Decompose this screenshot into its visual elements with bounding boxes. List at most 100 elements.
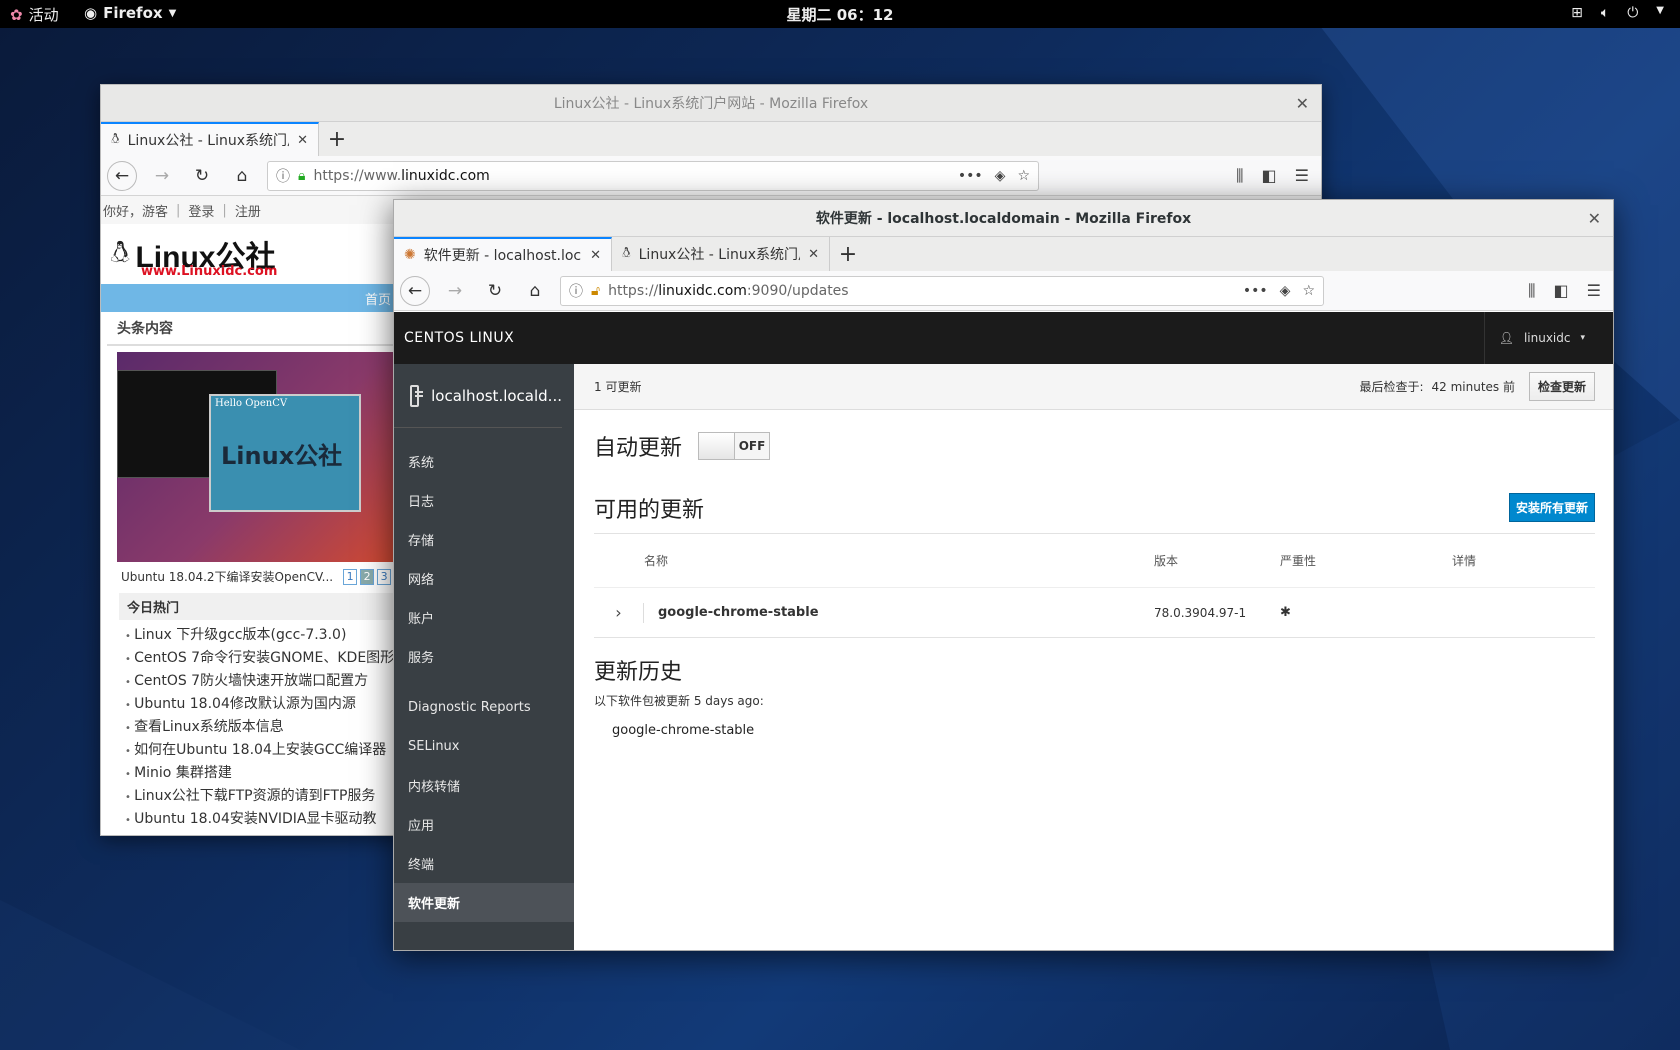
hamburger-menu-icon[interactable]: ☰ bbox=[1295, 166, 1309, 186]
nav-home-link[interactable]: 首页 bbox=[365, 289, 391, 308]
tab-software-updates[interactable]: ✺ 软件更新 - localhost.local ✕ bbox=[394, 237, 612, 271]
new-tab-button[interactable]: + bbox=[830, 237, 866, 271]
list-item[interactable]: Linux公社下载FTP资源的请到FTP服务 bbox=[125, 785, 401, 808]
update-history: 更新历史 以下软件包被更新 5 days ago: google-chrome-… bbox=[594, 654, 1595, 738]
close-tab-icon[interactable]: ✕ bbox=[297, 133, 308, 148]
sidebar-item-system[interactable]: 系统 bbox=[394, 442, 574, 481]
user-icon: 👤︎ bbox=[1498, 331, 1514, 345]
pocket-icon[interactable]: ◈ bbox=[995, 168, 1006, 184]
back-button[interactable]: ← bbox=[400, 275, 430, 306]
more-actions-icon[interactable]: ••• bbox=[1243, 283, 1268, 299]
power-icon: ⏻ bbox=[1627, 5, 1639, 21]
headline-image[interactable]: Hello OpenCV Linux公社 bbox=[117, 352, 401, 562]
clock[interactable]: 星期二 06：12 bbox=[0, 4, 1680, 25]
list-item[interactable]: 如何在Ubuntu 18.04上安装GCC编译器 bbox=[125, 739, 401, 762]
sidebar-item-network[interactable]: 网络 bbox=[394, 559, 574, 598]
sidebar-item-kdump[interactable]: 内核转储 bbox=[394, 766, 574, 805]
sidebar-item-storage[interactable]: 存储 bbox=[394, 520, 574, 559]
linuxidc-page: 你好，游客 | 登录 | 注册 🐧︎ Linux公社 www.Linuxidc.… bbox=[101, 196, 409, 835]
reload-button[interactable]: ↻ bbox=[480, 276, 510, 306]
url-bar[interactable]: ⓘ 🔓︎ https://linuxidc.com:9090/updates •… bbox=[560, 275, 1324, 306]
firefox-window-cockpit[interactable]: 软件更新 - localhost.localdomain - Mozilla F… bbox=[393, 199, 1614, 951]
sidebar-item-accounts[interactable]: 账户 bbox=[394, 598, 574, 637]
close-tab-icon[interactable]: ✕ bbox=[808, 247, 819, 262]
host-switcher[interactable]: localhost.locald... bbox=[394, 364, 562, 428]
forward-button[interactable]: → bbox=[147, 161, 177, 191]
sidebar-item-software-updates[interactable]: 软件更新 bbox=[394, 883, 574, 922]
server-icon bbox=[410, 384, 424, 407]
auto-update-toggle[interactable]: OFF bbox=[698, 432, 771, 460]
chevron-down-icon: ▼ bbox=[1656, 5, 1664, 16]
sidebar-item-selinux[interactable]: SELinux bbox=[394, 727, 574, 766]
bookmark-star-icon[interactable]: ☆ bbox=[1017, 168, 1030, 184]
network-icon: ⊞ bbox=[1571, 5, 1583, 21]
sidebar-item-terminal[interactable]: 终端 bbox=[394, 844, 574, 883]
sidebar-item-apps[interactable]: 应用 bbox=[394, 805, 574, 844]
tux-icon: 🐧︎ bbox=[111, 131, 120, 147]
navigation-toolbar: ← → ↻ ⌂ ⓘ 🔒︎ https://www.linuxidc.com ••… bbox=[101, 156, 1321, 196]
home-button[interactable]: ⌂ bbox=[520, 276, 550, 306]
tux-icon: 🐧︎ bbox=[111, 234, 130, 270]
forward-button[interactable]: → bbox=[440, 276, 470, 306]
list-item[interactable]: CentOS 7防火墙快速开放端口配置方 bbox=[125, 670, 401, 693]
opencv-window-screenshot: Hello OpenCV Linux公社 bbox=[209, 394, 361, 512]
list-item[interactable]: Linux 下升级gcc版本(gcc-7.3.0) bbox=[125, 624, 401, 647]
site-nav: 首页 bbox=[101, 284, 401, 312]
register-link[interactable]: 注册 bbox=[235, 201, 261, 220]
table-row[interactable]: › google-chrome-stable 78.0.3904.97-1 ✱ bbox=[594, 588, 1595, 638]
available-updates-title: 可用的更新 bbox=[594, 497, 705, 523]
history-package[interactable]: google-chrome-stable bbox=[612, 723, 1595, 738]
cockpit-header: CENTOS LINUX 👤︎ linuxidc ▾ bbox=[394, 312, 1613, 364]
sidebar-icon[interactable]: ◧ bbox=[1554, 281, 1569, 301]
library-icon[interactable]: ⫼ bbox=[1236, 166, 1243, 186]
sidebar-item-services[interactable]: 服务 bbox=[394, 637, 574, 676]
bookmark-star-icon[interactable]: ☆ bbox=[1302, 283, 1315, 299]
headline-caption[interactable]: Ubuntu 18.04.2下编译安装OpenCV... 1 2 3 4 bbox=[101, 562, 409, 585]
close-icon[interactable]: ✕ bbox=[1588, 209, 1601, 228]
tab-linuxidc[interactable]: 🐧︎ Linux公社 - Linux系统门户 ✕ bbox=[612, 237, 830, 271]
pocket-icon[interactable]: ◈ bbox=[1280, 283, 1291, 299]
list-item[interactable]: Minio 集群搭建 bbox=[125, 762, 401, 785]
hot-list: Linux 下升级gcc版本(gcc-7.3.0) CentOS 7命令行安装G… bbox=[101, 624, 401, 831]
login-link[interactable]: 登录 bbox=[188, 201, 214, 220]
url-bar[interactable]: ⓘ 🔒︎ https://www.linuxidc.com ••• ◈ ☆ bbox=[267, 160, 1039, 191]
sidebar-item-diagnostic-reports[interactable]: Diagnostic Reports bbox=[394, 688, 574, 727]
bug-icon: ✱ bbox=[1280, 605, 1291, 620]
install-all-button[interactable]: 安装所有更新 bbox=[1508, 493, 1595, 522]
insecure-lock-icon: 🔓︎ bbox=[591, 282, 601, 299]
more-actions-icon[interactable]: ••• bbox=[958, 168, 983, 184]
reload-button[interactable]: ↻ bbox=[187, 161, 217, 191]
update-count: 1 可更新 bbox=[594, 380, 642, 394]
list-item[interactable]: 查看Linux系统版本信息 bbox=[125, 716, 401, 739]
update-status-bar: 1 可更新 最后检查于: 42 minutes 前 检查更新 bbox=[574, 364, 1613, 410]
check-updates-button[interactable]: 检查更新 bbox=[1528, 372, 1595, 401]
close-tab-icon[interactable]: ✕ bbox=[590, 248, 601, 263]
toggle-knob bbox=[699, 433, 736, 459]
hot-title: 今日热门 bbox=[119, 593, 399, 620]
list-item[interactable]: Ubuntu 18.04修改默认源为国内源 bbox=[125, 693, 401, 716]
list-item[interactable]: Ubuntu 18.04安装NVIDIA显卡驱动教 bbox=[125, 808, 401, 831]
close-icon[interactable]: ✕ bbox=[1296, 94, 1309, 113]
tab-strip: 🐧︎ Linux公社 - Linux系统门户 ✕ + bbox=[101, 122, 1321, 156]
tab-linuxidc[interactable]: 🐧︎ Linux公社 - Linux系统门户 ✕ bbox=[101, 122, 319, 156]
library-icon[interactable]: ⫼ bbox=[1528, 281, 1535, 301]
new-tab-button[interactable]: + bbox=[319, 122, 355, 156]
site-logo[interactable]: 🐧︎ Linux公社 www.Linuxidc.com bbox=[101, 224, 401, 284]
home-button[interactable]: ⌂ bbox=[227, 161, 257, 191]
chevron-right-icon[interactable]: › bbox=[594, 602, 644, 623]
sidebar-item-logs[interactable]: 日志 bbox=[394, 481, 574, 520]
window-titlebar[interactable]: Linux公社 - Linux系统门户网站 - Mozilla Firefox … bbox=[101, 85, 1321, 122]
updates-main: 1 可更新 最后检查于: 42 minutes 前 检查更新 自动更新 OFF bbox=[574, 364, 1613, 950]
updates-table-header: 名称 版本 严重性 详情 bbox=[594, 534, 1595, 588]
user-menu[interactable]: 👤︎ linuxidc ▾ bbox=[1483, 312, 1613, 364]
info-icon: ⓘ bbox=[569, 283, 583, 300]
sidebar-icon[interactable]: ◧ bbox=[1262, 166, 1277, 186]
back-button[interactable]: ← bbox=[107, 160, 137, 191]
gnome-top-bar: ✿ 活动 ◉ Firefox ▼ 星期二 06：12 ⊞ 🔈︎ ⏻ ▼ bbox=[0, 0, 1680, 28]
hamburger-menu-icon[interactable]: ☰ bbox=[1587, 281, 1601, 301]
list-item[interactable]: CentOS 7命令行安装GNOME、KDE图形 bbox=[125, 647, 401, 670]
chevron-down-icon: ▾ bbox=[1580, 333, 1585, 343]
auto-update-title: 自动更新 bbox=[594, 436, 683, 461]
system-tray[interactable]: ⊞ 🔈︎ ⏻ ▼ bbox=[1571, 5, 1664, 21]
window-titlebar[interactable]: 软件更新 - localhost.localdomain - Mozilla F… bbox=[394, 200, 1613, 237]
